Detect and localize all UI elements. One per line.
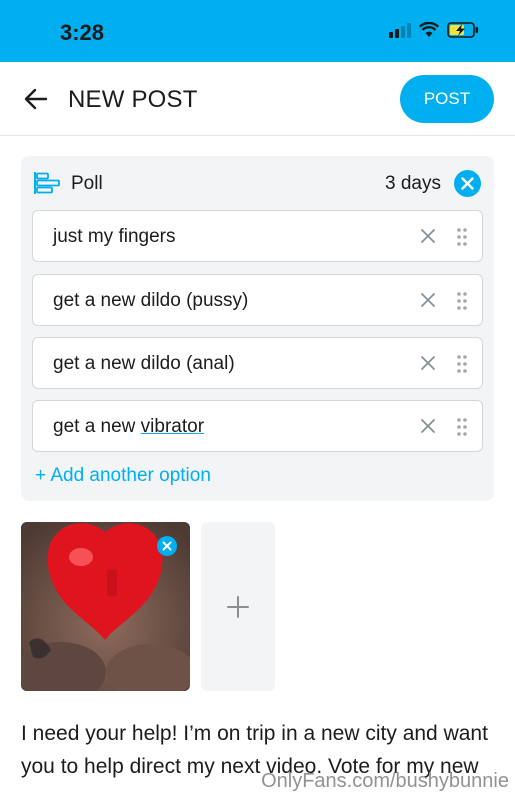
poll-option-text-start: get a new (53, 416, 141, 437)
status-bar: 3:28 (0, 0, 515, 62)
drag-handle-icon[interactable] (456, 227, 468, 247)
spellcheck-word: vibrator (140, 416, 205, 437)
close-icon (461, 177, 474, 190)
remove-option-icon[interactable] (419, 417, 437, 435)
media-thumbnail[interactable] (21, 522, 190, 691)
poll-card: Poll 3 days just my fingers get a new di… (21, 156, 494, 501)
add-media-button[interactable] (201, 522, 275, 691)
poll-option-1[interactable]: just my fingers (32, 210, 483, 262)
add-option-link[interactable]: + Add another option (35, 465, 211, 487)
poll-option-2[interactable]: get a new dildo (pussy) (32, 274, 483, 326)
back-arrow-icon[interactable] (22, 85, 50, 113)
remove-option-icon[interactable] (419, 291, 437, 309)
page-title: NEW POST (68, 86, 198, 113)
status-time: 3:28 (60, 20, 105, 45)
poll-option-text[interactable]: get a new dildo (anal) (53, 353, 235, 375)
remove-media-button[interactable] (157, 536, 177, 556)
poll-option-4[interactable]: get a new vibrator (32, 400, 483, 452)
poll-option-text[interactable]: just my fingers (53, 226, 175, 248)
signal-icon (389, 22, 411, 38)
poll-option-3[interactable]: get a new dildo (anal) (32, 337, 483, 389)
battery-charging-icon (447, 22, 478, 38)
remove-poll-button[interactable] (454, 170, 481, 197)
wifi-icon (419, 22, 439, 37)
close-icon (162, 541, 172, 551)
poll-duration[interactable]: 3 days (385, 173, 441, 195)
poll-label: Poll (71, 173, 103, 194)
remove-option-icon[interactable] (419, 227, 437, 245)
top-bar: NEW POST POST (0, 62, 515, 136)
remove-option-icon[interactable] (419, 354, 437, 372)
drag-handle-icon[interactable] (456, 417, 468, 437)
drag-handle-icon[interactable] (456, 291, 468, 311)
watermark: OnlyFans.com/bushybunnie (261, 770, 509, 792)
poll-option-text[interactable]: get a new vibrator (53, 416, 204, 438)
plus-icon (227, 595, 249, 618)
poll-option-text[interactable]: get a new dildo (pussy) (53, 290, 248, 312)
drag-handle-icon[interactable] (456, 354, 468, 374)
post-button[interactable]: POST (400, 75, 494, 123)
poll-icon (34, 172, 60, 194)
status-icons (389, 22, 479, 38)
